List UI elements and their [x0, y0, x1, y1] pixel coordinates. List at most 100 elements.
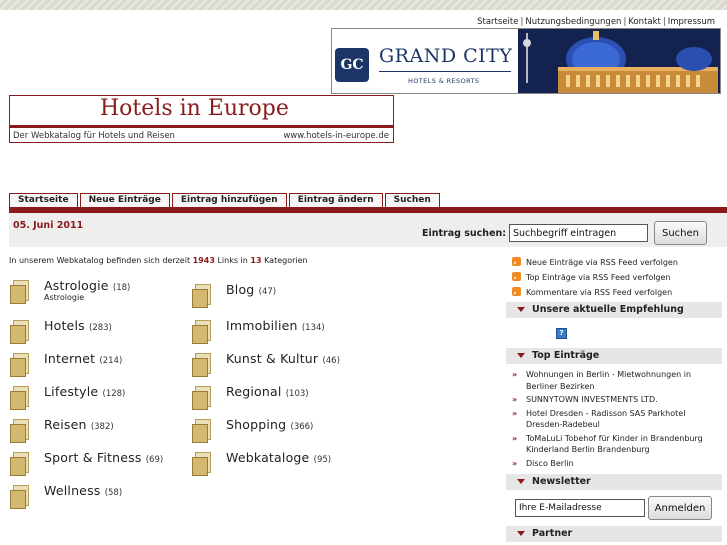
link-impressum[interactable]: Impressum	[668, 17, 715, 27]
bullet-icon: »	[512, 458, 518, 468]
grand-city-title: GRAND CITY	[379, 45, 513, 67]
link-startseite[interactable]: Startseite	[477, 17, 518, 27]
folder-icon	[192, 419, 214, 443]
category-count: (134)	[301, 323, 325, 333]
category-label[interactable]: Immobilien (134)	[226, 318, 325, 333]
current-date: 05. Juni 2011	[13, 220, 84, 231]
category-label[interactable]: Reisen (382)	[44, 417, 114, 432]
hotels-in-europe-url: www.hotels-in-europe.de	[283, 131, 389, 141]
tab-startseite[interactable]: Startseite	[9, 193, 78, 207]
category-count: (103)	[285, 389, 309, 399]
list-item[interactable]: » SUNNYTOWN INVESTMENTS LTD.	[512, 394, 722, 406]
triangle-down-icon	[517, 307, 525, 312]
separator: |	[662, 17, 666, 27]
category-count: (283)	[89, 323, 112, 333]
folder-icon	[10, 280, 32, 304]
category-count: (382)	[90, 422, 114, 432]
banner-bar	[10, 125, 393, 128]
list-item[interactable]: » Hotel Dresden - Radisson SAS Parkhotel …	[512, 408, 722, 431]
grand-city-logo: GC	[335, 48, 369, 82]
folder-icon	[10, 353, 32, 377]
category-label[interactable]: Internet (214)	[44, 351, 122, 366]
bullet-icon: »	[512, 370, 518, 379]
tab-neue-eintraege[interactable]: Neue Einträge	[79, 193, 170, 207]
catalog-intro: In unserem Webkatalog befinden sich derz…	[9, 256, 308, 265]
intro-prefix: In unserem Webkatalog befinden sich derz…	[9, 256, 191, 265]
category-label[interactable]: Hotels (283)	[44, 318, 112, 333]
newsletter-email-input[interactable]	[515, 499, 645, 517]
category-count: (46)	[322, 356, 340, 366]
sidebar-head-partner: Partner	[506, 526, 722, 542]
category-count: (58)	[104, 488, 123, 498]
grand-city-banner[interactable]: GC GRAND CITY HOTELS & RESORTS	[331, 28, 721, 94]
sidebar-head-newsletter: Newsletter	[506, 474, 722, 490]
hotels-in-europe-tagline: Der Webkatalog für Hotels und Reisen	[13, 131, 175, 141]
intro-middle: Links in	[217, 256, 248, 265]
folder-icon	[10, 452, 32, 476]
tab-eintrag-aendern[interactable]: Eintrag ändern	[288, 193, 383, 207]
rss-top-entries[interactable]: Top Einträge via RSS Feed verfolgen	[512, 272, 671, 282]
night-city-photo	[518, 29, 720, 93]
category-label[interactable]: Kunst & Kultur (46)	[226, 351, 340, 366]
list-item[interactable]: » ToMaLuLi Tobehof für Kinder in Brandenb…	[512, 433, 722, 456]
category-label[interactable]: Regional (103)	[226, 384, 309, 399]
bullet-icon: »	[512, 433, 518, 443]
category-label[interactable]: Lifestyle (128)	[44, 384, 125, 399]
rss-new-entries[interactable]: Neue Einträge via RSS Feed verfolgen	[512, 257, 678, 267]
folder-icon	[10, 485, 32, 509]
rss-icon	[512, 272, 521, 281]
category-label[interactable]: Astrologie (18)	[44, 278, 130, 293]
folder-icon	[10, 320, 32, 344]
link-kontakt[interactable]: Kontakt	[628, 17, 661, 27]
category-count: (95)	[313, 455, 332, 465]
search-input[interactable]	[509, 224, 648, 242]
main-nav: Startseite Neue Einträge Eintrag hinzufü…	[9, 193, 440, 207]
sidebar-head-empfehlung: Unsere aktuelle Empfehlung	[506, 302, 722, 318]
folder-icon	[192, 452, 214, 476]
subcategory-link[interactable]: Astrologie	[44, 293, 84, 302]
search-button[interactable]: Suchen	[654, 221, 707, 245]
intro-suffix: Kategorien	[264, 256, 308, 265]
categories-count: 13	[250, 256, 262, 265]
category-label[interactable]: Wellness (58)	[44, 483, 122, 498]
bullet-icon: »	[512, 395, 518, 404]
hotels-in-europe-banner[interactable]: Hotels in Europe Der Webkatalog für Hote…	[9, 95, 394, 143]
category-label[interactable]: Shopping (366)	[226, 417, 313, 432]
category-label[interactable]: Blog (47)	[226, 282, 276, 297]
category-count: (128)	[102, 389, 126, 399]
rss-comments[interactable]: Kommentare via RSS Feed verfolgen	[512, 287, 672, 297]
tab-suchen[interactable]: Suchen	[384, 193, 440, 207]
rss-icon	[512, 287, 521, 296]
folder-icon	[192, 353, 214, 377]
folder-icon	[192, 320, 214, 344]
folder-icon	[10, 419, 32, 443]
dome-building-image	[518, 29, 720, 93]
list-item[interactable]: » Wohnungen in Berlin - Mietwohnungen in …	[512, 369, 722, 392]
date-search-bar: 05. Juni 2011 Eintrag suchen: Suchen	[9, 213, 727, 247]
rss-icon	[512, 257, 521, 266]
broken-image-icon[interactable]: ?	[556, 328, 567, 339]
grand-city-divider	[379, 71, 511, 72]
grand-city-subtitle: HOTELS & RESORTS	[408, 77, 480, 85]
category-count: (214)	[99, 356, 123, 366]
search-label: Eintrag suchen:	[422, 228, 507, 239]
triangle-down-icon	[517, 479, 525, 484]
links-count: 1943	[192, 256, 215, 265]
category-label[interactable]: Webkataloge (95)	[226, 450, 331, 465]
category-label[interactable]: Sport & Fitness (69)	[44, 450, 163, 465]
folder-icon	[10, 386, 32, 410]
folder-icon	[192, 284, 214, 308]
triangle-down-icon	[517, 353, 525, 358]
hotels-in-europe-title: Hotels in Europe	[100, 96, 289, 121]
top-strip	[0, 0, 727, 10]
list-item[interactable]: » Disco Berlin	[512, 458, 722, 470]
tab-eintrag-hinzufuegen[interactable]: Eintrag hinzufügen	[171, 193, 287, 207]
category-count: (69)	[145, 455, 164, 465]
link-nutzungsbedingungen[interactable]: Nutzungsbedingungen	[525, 17, 621, 27]
sidebar-head-top: Top Einträge	[506, 348, 722, 364]
folder-icon	[192, 386, 214, 410]
category-count: (18)	[112, 283, 131, 293]
category-count: (47)	[258, 287, 277, 297]
category-count: (366)	[290, 422, 314, 432]
newsletter-subscribe-button[interactable]: Anmelden	[648, 496, 712, 520]
